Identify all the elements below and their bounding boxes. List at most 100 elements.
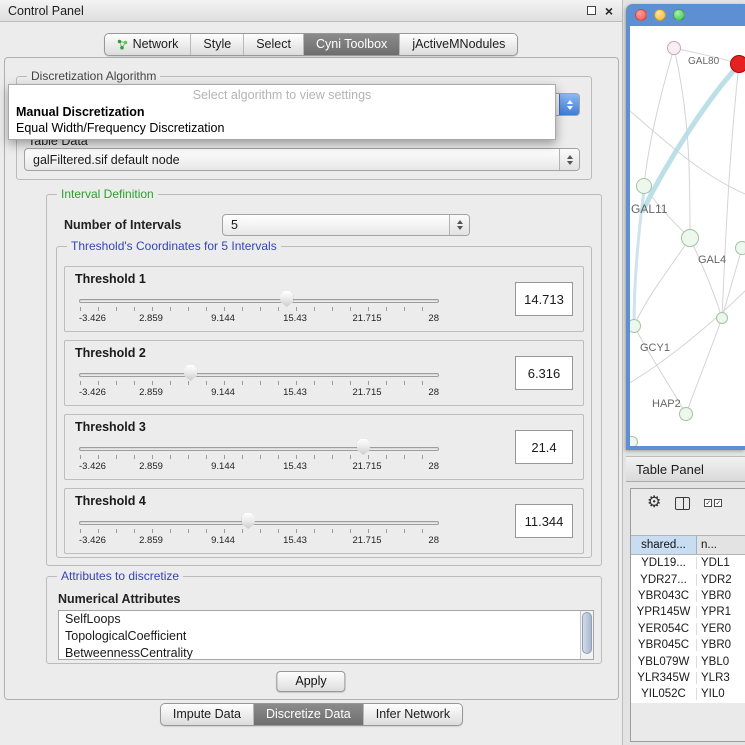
list-item[interactable]: BetweennessCentrality [59, 645, 593, 660]
table-body: YDL19...YDL1YDR27...YDR2YBR043CYBR0YPR14… [631, 555, 745, 703]
slider-track[interactable] [79, 373, 439, 377]
slider-track[interactable] [79, 521, 439, 525]
combo-stepper-icon[interactable] [449, 215, 469, 235]
scale-tick-label: 2.859 [139, 387, 163, 398]
tab-jactivemnodules[interactable]: jActiveMNodules [399, 34, 517, 55]
list-item[interactable]: TopologicalCoefficient [59, 628, 593, 645]
scale-tick-label: -3.426 [79, 313, 106, 324]
column-header-shared-name[interactable]: shared... [631, 536, 697, 554]
slider-ticks [80, 529, 438, 533]
threshold-slider[interactable]: -3.4262.8599.14415.4321.71528 [79, 515, 439, 549]
list-scrollbar[interactable] [580, 611, 593, 659]
threshold-label: Threshold 1 [75, 272, 146, 286]
slider-thumb[interactable] [357, 439, 370, 455]
tab-impute-data[interactable]: Impute Data [161, 704, 253, 725]
threshold-slider[interactable]: -3.4262.8599.14415.4321.71528 [79, 367, 439, 401]
tab-cyni-toolbox[interactable]: Cyni Toolbox [303, 34, 399, 55]
slider-scale-labels: -3.4262.8599.14415.4321.71528 [79, 387, 439, 399]
close-button[interactable] [635, 9, 647, 21]
tab-network[interactable]: Network [105, 34, 191, 55]
node-label: HAP2 [652, 398, 681, 410]
combo-stepper-icon[interactable] [559, 94, 579, 115]
node-label: GAL11 [631, 202, 667, 216]
table-row[interactable]: YIL052CYIL0 [631, 686, 745, 702]
threshold-value-field[interactable]: 21.4 [515, 430, 573, 464]
scale-tick-label: 21.715 [352, 387, 381, 398]
close-icon[interactable]: × [605, 5, 613, 17]
table-row[interactable]: YBR043CYBR0 [631, 588, 745, 604]
tab-label: Select [256, 37, 291, 51]
table-row[interactable]: YLR345WYLR3 [631, 670, 745, 686]
option-equal-width-frequency[interactable]: Equal Width/Frequency Discretization [9, 120, 555, 136]
threshold-value-field[interactable]: 11.344 [515, 504, 573, 538]
tab-infer-network[interactable]: Infer Network [363, 704, 462, 725]
threshold-slider[interactable]: -3.4262.8599.14415.4321.71528 [79, 293, 439, 327]
number-of-intervals-combobox[interactable]: 5 [222, 214, 470, 236]
node-unlabeled[interactable] [735, 241, 745, 255]
option-manual-discretization[interactable]: Manual Discretization [9, 104, 555, 120]
scale-tick-label: 9.144 [211, 387, 235, 398]
node-GAL4[interactable] [681, 229, 699, 247]
zoom-button[interactable] [673, 9, 685, 21]
slider-track[interactable] [79, 299, 439, 303]
node-GAL11[interactable] [636, 178, 652, 194]
node-red[interactable] [730, 55, 745, 73]
select-columns-icon[interactable]: ✓ ✓ [704, 499, 722, 507]
apply-button[interactable]: Apply [276, 671, 345, 692]
slider-thumb[interactable] [184, 365, 197, 381]
tab-label: Impute Data [173, 707, 241, 721]
slider-scale-labels: -3.4262.8599.14415.4321.71528 [79, 535, 439, 547]
table-panel-window: ⚙ ✓ ✓ shared... n... YDL19...YDL1YDR27..… [630, 488, 745, 742]
node-unlabeled[interactable] [630, 436, 638, 446]
tab-label: jActiveMNodules [412, 37, 505, 51]
table-row[interactable]: YBL079WYBL0 [631, 653, 745, 669]
algorithm-placeholder-option[interactable]: Select algorithm to view settings [9, 85, 555, 104]
threshold-label: Threshold 4 [75, 494, 146, 508]
group-title: Threshold's Coordinates for 5 Intervals [67, 239, 281, 253]
slider-ticks [80, 455, 438, 459]
float-window-icon[interactable] [587, 6, 596, 15]
gear-icon[interactable]: ⚙ [647, 495, 661, 511]
tab-discretize-data[interactable]: Discretize Data [253, 704, 363, 725]
scale-tick-label: -3.426 [79, 387, 106, 398]
table-data-combobox[interactable]: galFiltered.sif default node [24, 148, 580, 171]
table-row[interactable]: YDR27...YDR2 [631, 571, 745, 587]
scale-tick-label: 2.859 [139, 313, 163, 324]
slider-thumb[interactable] [242, 513, 255, 529]
table-row[interactable]: YPR145WYPR1 [631, 604, 745, 620]
node-HAP2[interactable] [679, 407, 693, 421]
slider-thumb[interactable] [280, 291, 293, 307]
control-panel-titlebar: Control Panel × [0, 0, 622, 22]
number-of-intervals-label: Number of Intervals [64, 218, 181, 232]
list-item[interactable]: SelfLoops [59, 611, 593, 628]
threshold-slider[interactable]: -3.4262.8599.14415.4321.71528 [79, 441, 439, 475]
minimize-button[interactable] [654, 9, 666, 21]
scrollbar-thumb[interactable] [582, 612, 592, 654]
slider-track[interactable] [79, 447, 439, 451]
table-panel-titlebar[interactable]: Table Panel [626, 456, 745, 482]
numerical-attributes-list: SelfLoops TopologicalCoefficient Between… [58, 610, 594, 660]
threshold-label: Threshold 3 [75, 420, 146, 434]
slider-scale-labels: -3.4262.8599.14415.4321.71528 [79, 313, 439, 325]
network-view-window: GAL80GAL11GAL4GCY1HAP2 [626, 4, 745, 450]
node-unlabeled[interactable] [716, 312, 728, 324]
table-row[interactable]: YBR045CYBR0 [631, 637, 745, 653]
node-GAL80[interactable] [667, 41, 681, 55]
combo-stepper-icon[interactable] [559, 149, 579, 170]
table-columns-icon[interactable] [675, 497, 690, 510]
bottom-tab-bar: Impute Data Discretize Data Infer Networ… [0, 703, 623, 726]
table-row[interactable]: YDL19...YDL1 [631, 555, 745, 571]
tab-style[interactable]: Style [190, 34, 243, 55]
threshold-row: Threshold 4 -3.4262.8599.14415.4321.7152… [64, 488, 584, 554]
scale-tick-label: -3.426 [79, 535, 106, 546]
threshold-value-field[interactable]: 6.316 [515, 356, 573, 390]
network-canvas[interactable]: GAL80GAL11GAL4GCY1HAP2 [630, 26, 745, 446]
scale-tick-label: 28 [428, 461, 439, 472]
threshold-value-field[interactable]: 14.713 [515, 282, 573, 316]
tab-select[interactable]: Select [243, 34, 303, 55]
column-header-name[interactable]: n... [697, 536, 745, 554]
table-row[interactable]: YER054CYER0 [631, 621, 745, 637]
scale-tick-label: 9.144 [211, 313, 235, 324]
table-toolbar: ⚙ ✓ ✓ [631, 489, 745, 517]
table-panel-title: Table Panel [636, 462, 704, 477]
